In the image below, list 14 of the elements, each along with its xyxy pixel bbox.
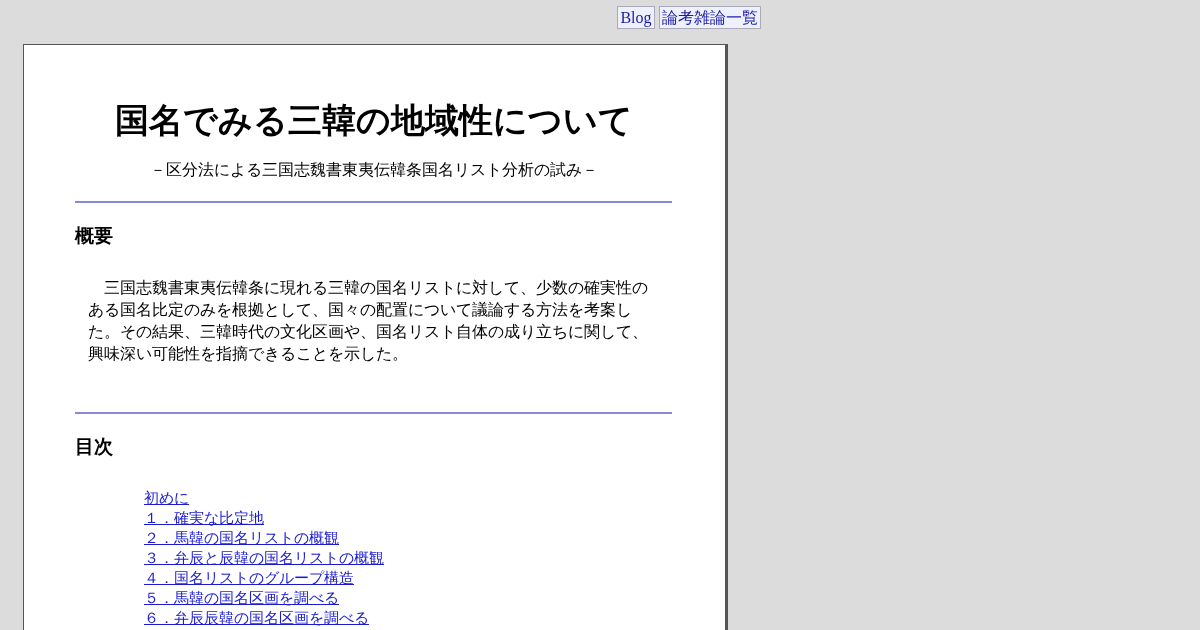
section-heading: 目次 [75, 434, 114, 458]
abstract-paragraph: 三国志魏書東夷伝韓条に現れる三韓の国名リストに対して、少数の確実性のある国名比定のみを根拠として、国々の配置について議論する方法を考案した。その結果、三韓時代の文化区画や、国名リスト自体の成り立ちに関して、興味深い可能性を指摘できることを示した。 [88, 277, 649, 365]
toc-link[interactable]: ４．国名リストのグループ構造 [144, 568, 354, 588]
section-heading: 概要 [75, 223, 114, 247]
page-title: 国名でみる三韓の地域性について [113, 99, 634, 141]
toc-link[interactable]: ３．弁辰と辰韓の国名リストの概観 [144, 548, 384, 568]
nav-link[interactable]: 論考雑論一覧 [658, 6, 761, 29]
toc-link[interactable]: ２．馬韓の国名リストの概観 [144, 528, 339, 548]
nav-link[interactable]: Blog [617, 6, 655, 29]
toc-link[interactable]: 初めに [144, 488, 189, 508]
toc-link[interactable]: ５．馬韓の国名区画を調べる [144, 588, 339, 608]
toc-link[interactable]: １．確実な比定地 [144, 508, 264, 528]
toc-link[interactable]: ６．弁辰辰韓の国名区画を調べる [144, 608, 369, 628]
page-subtitle: －区分法による三国志魏書東夷伝韓条国名リスト分析の試み－ [148, 159, 599, 181]
